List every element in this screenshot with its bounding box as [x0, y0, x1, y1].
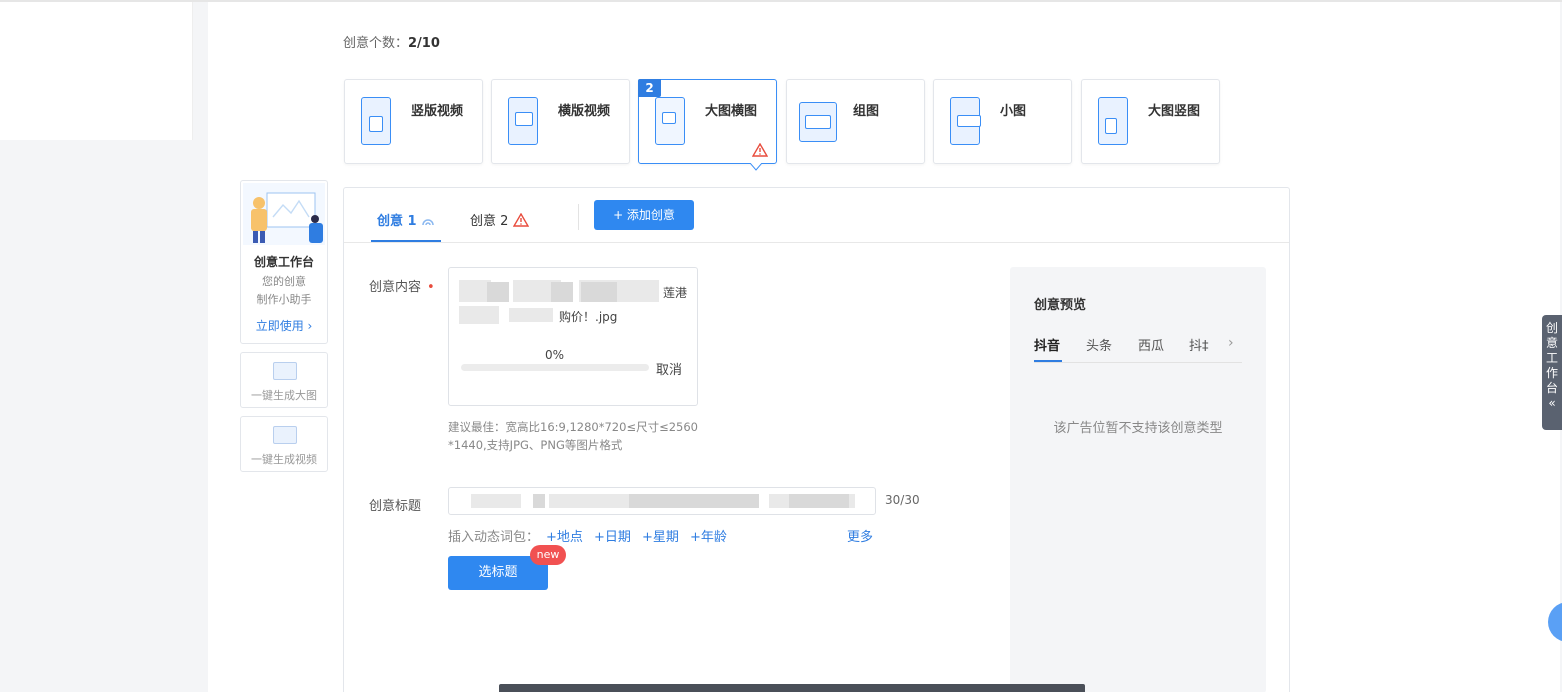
large-horizontal-image-icon	[655, 97, 685, 145]
vertical-video-icon	[361, 97, 391, 145]
generate-video-button[interactable]: 一键生成视频	[240, 416, 328, 472]
more-words-link[interactable]: 更多	[847, 526, 873, 545]
image-group-icon	[799, 102, 837, 142]
warning-icon	[752, 143, 768, 157]
creative-editor: 创意 1 创意 2 + 添加创意 创意内容 • 莲港 购价！.jpg 0% 取消…	[343, 187, 1290, 692]
creative-count-badge: 2	[638, 79, 661, 97]
type-card-label: 竖版视频	[411, 104, 464, 119]
preview-tab-douyin[interactable]: 抖音	[1034, 335, 1060, 354]
type-card-horizontal-video[interactable]: 横版视频	[491, 79, 630, 164]
cancel-upload-button[interactable]: 取消	[656, 359, 682, 378]
type-card-large-vertical-image[interactable]: 大图竖图	[1081, 79, 1220, 164]
creative-tabs: 创意 1 创意 2 + 添加创意	[344, 188, 1289, 243]
workbench-illustration-icon	[243, 183, 325, 245]
double-chevron-left-icon: «	[1548, 396, 1556, 410]
upload-progress-text: 0%	[545, 348, 565, 362]
creative-count-value: 2/10	[408, 36, 440, 51]
insert-age-link[interactable]: +年龄	[690, 526, 727, 545]
insert-location-link[interactable]: +地点	[546, 526, 583, 545]
type-card-label: 小图	[1000, 104, 1027, 119]
type-card-label: 大图竖图	[1148, 104, 1201, 119]
file-name-line-1: 莲港	[663, 286, 688, 300]
tab-separator	[578, 204, 579, 230]
creative-preview-panel: 创意预览 抖音 头条 西瓜 抖‡ › 该广告位暂不支持该创意类型	[1010, 267, 1266, 692]
image-icon	[273, 362, 297, 380]
workbench-desc-2: 制作小助手	[256, 293, 312, 306]
side-tab-label: 创意工作台	[1546, 321, 1559, 395]
new-badge: new	[530, 545, 566, 565]
type-card-small-image[interactable]: 小图	[933, 79, 1072, 164]
use-now-link[interactable]: 立即使用 ›	[241, 317, 327, 334]
large-vertical-image-icon	[1098, 97, 1128, 145]
horizontal-video-icon	[508, 97, 538, 145]
insert-weekday-link[interactable]: +星期	[642, 526, 679, 545]
type-card-label: 大图横图	[705, 104, 758, 119]
workbench-title: 创意工作台	[253, 255, 314, 269]
chevron-right-icon[interactable]: ›	[1228, 335, 1234, 351]
bottom-toolbar	[499, 684, 1085, 692]
title-label: 创意标题	[369, 499, 422, 514]
preview-title: 创意预览	[1034, 298, 1087, 313]
selected-card-pointer	[750, 163, 762, 171]
type-card-vertical-video[interactable]: 竖版视频	[344, 79, 483, 164]
left-nav-panel	[0, 2, 193, 140]
creative-count: 创意个数：2/10	[343, 32, 440, 51]
type-card-label: 横版视频	[558, 104, 611, 119]
dynamic-words-label: 插入动态词包：	[448, 530, 540, 545]
workbench-desc-1: 您的创意	[262, 275, 306, 288]
upload-hint-2: *1440,支持JPG、PNG等图片格式	[448, 438, 623, 452]
generate-large-image-label: 一键生成大图	[251, 389, 317, 402]
preview-tab-toutiao[interactable]: 头条	[1086, 335, 1112, 354]
add-creative-button[interactable]: + 添加创意	[594, 200, 694, 230]
upload-progress-bar	[461, 364, 649, 371]
small-image-icon	[950, 97, 981, 145]
tab-creative-1[interactable]: 创意 1	[377, 210, 435, 229]
type-card-label: 组图	[853, 104, 880, 119]
creative-workbench-side-tab[interactable]: 创意工作台 «	[1542, 315, 1562, 430]
generate-large-image-button[interactable]: 一键生成大图	[240, 352, 328, 408]
title-char-counter: 30/30	[885, 493, 920, 507]
upload-hint-1: 建议最佳：宽高比16:9,1280*720≤尺寸≤2560	[448, 420, 698, 434]
type-card-large-horizontal-image[interactable]: 2 大图横图	[638, 79, 777, 164]
video-icon	[273, 426, 297, 444]
tab-active-underline	[371, 240, 441, 242]
creative-workbench-card: 创意工作台 您的创意 制作小助手 立即使用 ›	[240, 180, 328, 344]
preview-tab-underline	[1034, 360, 1062, 362]
content-label: 创意内容 •	[369, 280, 435, 295]
preview-tab-divider	[1034, 362, 1242, 363]
warning-icon	[512, 212, 529, 227]
preview-unsupported-message: 该广告位暂不支持该创意类型	[1053, 421, 1223, 436]
title-input[interactable]	[448, 487, 876, 515]
type-card-image-group[interactable]: 组图	[786, 79, 925, 164]
creative-count-label: 创意个数：	[343, 36, 409, 51]
upload-box[interactable]: 莲港 购价！.jpg 0% 取消	[448, 267, 698, 406]
loading-icon	[422, 219, 434, 226]
preview-tab-xigua[interactable]: 西瓜	[1138, 335, 1164, 354]
insert-date-link[interactable]: +日期	[594, 526, 631, 545]
file-name-line-2: 购价！.jpg	[559, 310, 618, 324]
preview-tab-more[interactable]: 抖‡	[1189, 335, 1209, 354]
generate-video-label: 一键生成视频	[251, 453, 317, 466]
tab-creative-2[interactable]: 创意 2	[470, 210, 529, 229]
